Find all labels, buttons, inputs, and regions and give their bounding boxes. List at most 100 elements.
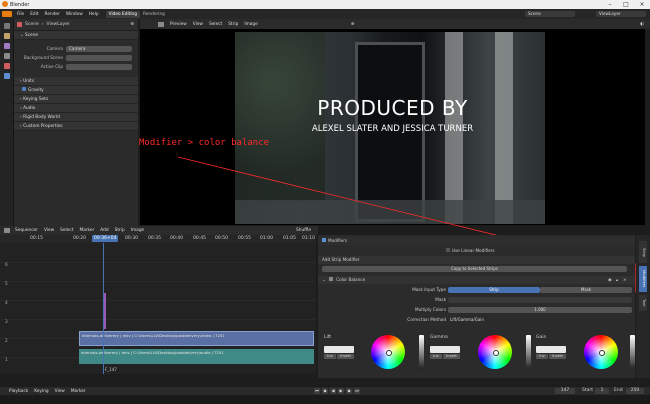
ruler-tick: 01:00	[260, 236, 273, 241]
mask-input-type-label: Mask Input Type	[412, 287, 446, 292]
lift-color-wheel[interactable]	[371, 335, 405, 369]
color-balance-header[interactable]: ⌄ Color Balance ◉ ▴ ×	[318, 276, 635, 284]
close-modifier-icon[interactable]: ×	[623, 276, 627, 284]
lift-color-swatch[interactable]	[324, 346, 354, 353]
gain-label: Gain	[536, 335, 547, 340]
start-label: Start	[582, 388, 593, 393]
multiply-colors-label: Multiply Colors	[415, 307, 446, 312]
lift-value-slider[interactable]	[419, 335, 424, 369]
ruler-tick: 00:50	[215, 236, 228, 241]
gain-inv-button[interactable]: Inv	[536, 354, 548, 359]
channel-number: 3	[5, 320, 8, 325]
playback-menu[interactable]: Playback	[6, 389, 31, 394]
modifiers-header: Modifiers	[318, 237, 635, 245]
ruler-tick: 01:10	[302, 236, 315, 241]
channel-number: 1	[5, 358, 8, 363]
end-frame-field[interactable]: 250	[626, 388, 644, 394]
gamma-color-swatch[interactable]	[430, 346, 460, 353]
current-time-indicator[interactable]: 00:36+04	[92, 235, 119, 242]
audio-strip[interactable]: intervals-deliverery | mkv | C:\Users\LL…	[79, 349, 314, 364]
mask-type-strip[interactable]: Strip	[448, 287, 540, 293]
tab-strip[interactable]: Strip	[639, 241, 647, 263]
use-linear-row[interactable]: Use Linear Modifiers	[318, 247, 635, 255]
jump-start-icon[interactable]: ⏮	[314, 388, 320, 394]
channel-line	[0, 300, 316, 301]
use-linear-checkbox[interactable]	[446, 248, 450, 252]
multiply-colors-field[interactable]: 1.000	[448, 307, 632, 313]
add-strip-modifier-row[interactable]: Add Strip Modifier	[318, 256, 635, 264]
sequencer-mode[interactable]: Sequencer	[12, 228, 41, 233]
play-icon[interactable]: ▶	[338, 388, 344, 394]
ruler-tick: 00:55	[238, 236, 251, 241]
seq-menu-select[interactable]: Select	[57, 228, 76, 233]
gamma-color-wheel[interactable]	[478, 335, 512, 369]
view-menu[interactable]: View	[52, 389, 68, 394]
add-strip-modifier[interactable]: Add Strip Modifier	[322, 257, 360, 262]
correction-method-label: Correction Method	[407, 317, 446, 322]
current-frame-field[interactable]: 147	[555, 388, 575, 394]
seq-menu-strip[interactable]: Strip	[112, 228, 128, 233]
seq-menu-add[interactable]: Add	[97, 228, 111, 233]
channel-number: 6	[5, 263, 8, 268]
mask-label: Mask	[435, 297, 446, 302]
lift-inv-button[interactable]: Inv	[324, 354, 336, 359]
gamma-invert-button[interactable]: Invert	[443, 354, 460, 359]
jump-end-icon[interactable]: ⏭	[354, 388, 360, 394]
ruler-tick: 00:40	[170, 236, 183, 241]
mask-field[interactable]	[448, 297, 632, 303]
playhead-line	[103, 243, 104, 374]
correction-method-dropdown[interactable]: Lift/Gamma/Gain	[448, 317, 632, 323]
gain-color-wheel[interactable]	[584, 335, 618, 369]
channel-number: 4	[5, 301, 8, 306]
seq-menu-marker[interactable]: Marker	[76, 228, 97, 233]
channel-line	[0, 319, 316, 320]
tab-modifiers[interactable]: Modifiers	[639, 266, 647, 292]
gamma-value-slider[interactable]	[526, 335, 531, 369]
sequencer-timeline[interactable]: 6 5 4 3 2 1 intervals-deliverery | mkv |…	[0, 243, 316, 374]
lift-invert-button[interactable]: Invert	[337, 354, 354, 359]
gamma-inv-button[interactable]: Inv	[430, 354, 442, 359]
gain-color-swatch[interactable]	[536, 346, 566, 353]
ruler-tick: 00:30	[125, 236, 138, 241]
next-key-icon[interactable]: ◆	[346, 388, 352, 394]
tab-tool[interactable]: Tool	[639, 295, 647, 311]
sequencer-ruler[interactable]: 00:15 00:20 00:30 00:35 00:40 00:45 00:5…	[0, 235, 316, 243]
sidebar-tabs: Strip Modifiers Tool	[636, 235, 650, 378]
lift-label: Lift	[324, 335, 332, 340]
modifier-icon	[328, 277, 333, 281]
seq-menu-image[interactable]: Image	[128, 228, 147, 233]
copy-to-selected-button[interactable]: Copy to Selected Strips	[322, 266, 627, 272]
ruler-tick: 01:05	[283, 236, 296, 241]
end-label: End	[614, 388, 623, 393]
use-linear-label: Use Linear Modifiers	[452, 248, 495, 253]
frame-marker: F_147	[105, 367, 117, 372]
mask-type-mask[interactable]: Mask	[540, 287, 632, 293]
gamma-label: Gamma	[430, 335, 448, 340]
chevron-down-icon: ⌄	[322, 277, 327, 282]
channel-number: 2	[5, 339, 8, 344]
channel-line	[0, 262, 316, 263]
playback-bar: Playback Keying View Marker ⏮ ◆ ◀ ▶ ◆ ⏭ …	[0, 387, 650, 395]
wrench-icon	[322, 238, 326, 242]
gain-invert-button[interactable]: Invert	[549, 354, 566, 359]
channel-line	[0, 281, 316, 282]
modifiers-title: Modifiers	[328, 238, 348, 243]
gain-value-slider[interactable]	[630, 335, 635, 369]
reverse-play-icon[interactable]: ◀	[330, 388, 336, 394]
keying-menu[interactable]: Keying	[31, 389, 51, 394]
color-balance-label: Color Balance	[336, 277, 366, 282]
modifiers-panel: Modifiers Use Linear Modifiers Add Strip…	[318, 235, 635, 378]
marker-menu[interactable]: Marker	[68, 389, 89, 394]
snap-dropdown[interactable]: Shuffle	[293, 228, 314, 233]
channel-number: 5	[5, 282, 8, 287]
seq-menu-view[interactable]: View	[41, 228, 57, 233]
ruler-tick: 00:35	[148, 236, 161, 241]
move-icon[interactable]: ▴	[616, 276, 618, 284]
eye-icon[interactable]: ◉	[608, 276, 612, 284]
editor-type-icon[interactable]	[4, 228, 10, 233]
prev-key-icon[interactable]: ◆	[322, 388, 328, 394]
start-frame-field[interactable]: 1	[595, 388, 609, 394]
video-strip[interactable]: intervals-deliverery | mkv | C:\Users\LL…	[79, 331, 314, 346]
sequencer-header: Sequencer View Select Marker Add Strip I…	[0, 226, 318, 235]
status-bar	[0, 395, 650, 404]
